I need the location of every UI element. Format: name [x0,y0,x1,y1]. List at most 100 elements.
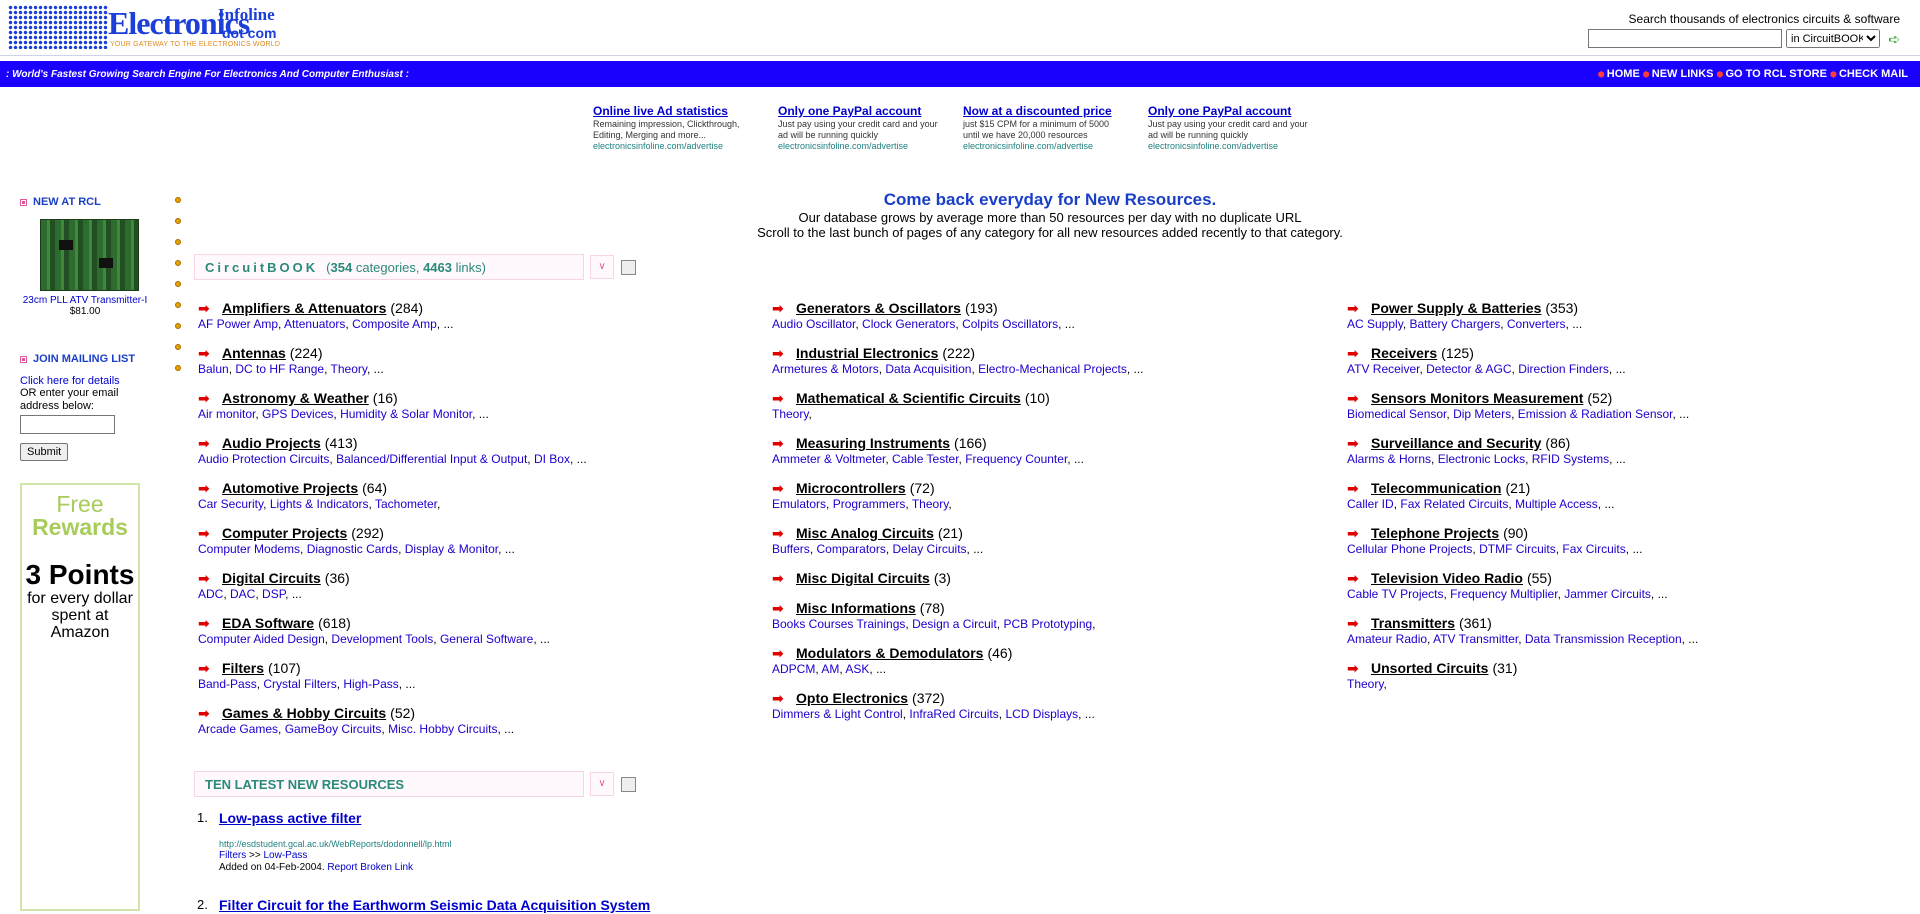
subcategory-link[interactable]: Fax Related Circuits [1400,497,1508,511]
subcategory-link[interactable]: Caller ID [1347,497,1394,511]
category-link[interactable]: Sensors Monitors Measurement [1371,390,1583,407]
subcategory-link[interactable]: Amateur Radio [1347,632,1427,646]
subcategory-link[interactable]: Direction Finders [1518,362,1609,376]
ad-title-link[interactable]: Only one PayPal account [1148,104,1310,119]
category-link[interactable]: Automotive Projects [222,480,358,497]
subcategory-link[interactable]: ADC [198,587,223,601]
item-url[interactable]: http://esdstudent.gcal.ac.uk/WebReports/… [219,839,897,850]
subcategory-link[interactable]: Books Courses Trainings [772,617,905,631]
subcategory-link[interactable]: Band-Pass [198,677,257,691]
ad-title-link[interactable]: Now at a discounted price [963,104,1125,119]
subcategory-link[interactable]: RFID Systems [1532,452,1609,466]
category-link[interactable]: Surveillance and Security [1371,435,1541,452]
category-link[interactable]: Misc Informations [796,600,916,617]
subcategory-link[interactable]: Electro-Mechanical Projects [978,362,1127,376]
subcategory-link[interactable]: Programmers [833,497,906,511]
subcategory-link[interactable]: LCD Displays [1005,707,1078,721]
subcategory-link[interactable]: Misc. Hobby Circuits [388,722,497,736]
subcategory-link[interactable]: Colpits Oscillators [962,317,1058,331]
subcategory-link[interactable]: Audio Protection Circuits [198,452,329,466]
subcategory-link[interactable]: AC Supply [1347,317,1403,331]
subcategory-link[interactable]: Display & Monitor [405,542,498,556]
item-path-subcategory[interactable]: Low-Pass [263,850,307,861]
subcategory-link[interactable]: AM [821,662,839,676]
subcategory-link[interactable]: Frequency Multiplier [1450,587,1557,601]
subcategory-link[interactable]: Delay Circuits [893,542,967,556]
search-scope-select[interactable]: in CircuitBOOK [1786,29,1880,48]
category-link[interactable]: EDA Software [222,615,314,632]
subcategory-link[interactable]: Data Acquisition [885,362,971,376]
subcategory-link[interactable]: Detector & AGC [1426,362,1511,376]
subcategory-link[interactable]: Converters [1507,317,1566,331]
subcategory-link[interactable]: Comparators [816,542,885,556]
subcategory-link[interactable]: ADPCM [772,662,815,676]
subcategory-link[interactable]: General Software [440,632,533,646]
ad-title-link[interactable]: Only one PayPal account [778,104,940,119]
nav-rcl-store-link[interactable]: ⬢ GO TO RCL STORE [1717,68,1827,80]
email-field[interactable] [20,415,115,434]
subcategory-link[interactable]: DTMF Circuits [1479,542,1556,556]
subcategory-link[interactable]: PCB Prototyping [1003,617,1092,631]
subcategory-link[interactable]: GameBoy Circuits [285,722,382,736]
subcategory-link[interactable]: Clock Generators [862,317,955,331]
category-link[interactable]: Digital Circuits [222,570,321,587]
category-link[interactable]: Filters [222,660,264,677]
subcategory-link[interactable]: DC to HF Range [235,362,324,376]
subcategory-link[interactable]: Armetures & Motors [772,362,879,376]
category-link[interactable]: Television Video Radio [1371,570,1523,587]
subcategory-link[interactable]: Development Tools [331,632,433,646]
subcategory-link[interactable]: Theory [1347,677,1383,691]
subcategory-link[interactable]: ATV Transmitter [1433,632,1518,646]
subcategory-link[interactable]: ASK [845,662,869,676]
subcategory-link[interactable]: Ammeter & Voltmeter [772,452,885,466]
subcategory-link[interactable]: Alarms & Horns [1347,452,1431,466]
subcategory-link[interactable]: Car Security [198,497,263,511]
subcategory-link[interactable]: Lights & Indicators [270,497,369,511]
product-image[interactable] [40,219,139,291]
category-link[interactable]: Modulators & Demodulators [796,645,983,662]
subcategory-link[interactable]: Dip Meters [1453,407,1511,421]
ad-url[interactable]: electronicsinfoline.com/advertise [963,141,1093,151]
category-link[interactable]: Opto Electronics [796,690,908,707]
item-title-link[interactable]: Low-pass active filter [219,810,361,826]
ad-url[interactable]: electronicsinfoline.com/advertise [1148,141,1278,151]
subcategory-link[interactable]: DSP [262,587,285,601]
category-link[interactable]: Power Supply & Batteries [1371,300,1541,317]
category-link[interactable]: Telephone Projects [1371,525,1499,542]
chevron-down-icon[interactable]: ∨ [590,255,614,279]
category-link[interactable]: Games & Hobby Circuits [222,705,386,722]
subcategory-link[interactable]: Fax Circuits [1562,542,1625,556]
subcategory-link[interactable]: Cable TV Projects [1347,587,1444,601]
item-path-category[interactable]: Filters [219,850,246,861]
chevron-down-icon[interactable]: ∨ [590,772,614,796]
ad-url[interactable]: electronicsinfoline.com/advertise [593,141,723,151]
subcategory-link[interactable]: Emission & Radiation Sensor [1518,407,1673,421]
nav-home-link[interactable]: ⬢ HOME [1598,68,1640,80]
subcategory-link[interactable]: Jammer Circuits [1564,587,1651,601]
category-link[interactable]: Astronomy & Weather [222,390,369,407]
mailing-details-link[interactable]: Click here for details [20,375,150,387]
subcategory-link[interactable]: Audio Oscillator [772,317,855,331]
category-link[interactable]: Audio Projects [222,435,321,452]
subcategory-link[interactable]: Dimmers & Light Control [772,707,903,721]
subcategory-link[interactable]: Theory [331,362,367,376]
subcategory-link[interactable]: Theory [912,497,948,511]
category-link[interactable]: Computer Projects [222,525,347,542]
product-name-link[interactable]: 23cm PLL ATV Transmitter-I [23,295,147,306]
category-link[interactable]: Generators & Oscillators [796,300,961,317]
nav-check-mail-link[interactable]: ⬢ CHECK MAIL [1830,68,1908,80]
subcategory-link[interactable]: Balun [198,362,229,376]
subcategory-link[interactable]: Diagnostic Cards [307,542,398,556]
subcategory-link[interactable]: Emulators [772,497,826,511]
submit-button[interactable]: Submit [20,443,69,461]
subcategory-link[interactable]: Cellular Phone Projects [1347,542,1472,556]
search-input[interactable] [1588,29,1782,48]
subcategory-link[interactable]: Multiple Access [1515,497,1598,511]
category-link[interactable]: Misc Analog Circuits [796,525,934,542]
subcategory-link[interactable]: Balanced/Differential Input & Output [336,452,527,466]
category-link[interactable]: Measuring Instruments [796,435,950,452]
category-link[interactable]: Mathematical & Scientific Circuits [796,390,1021,407]
category-link[interactable]: Telecommunication [1371,480,1501,497]
category-link[interactable]: Receivers [1371,345,1437,362]
site-logo[interactable]: Electronics Infoline dot com YOUR GATEWA… [8,5,280,51]
